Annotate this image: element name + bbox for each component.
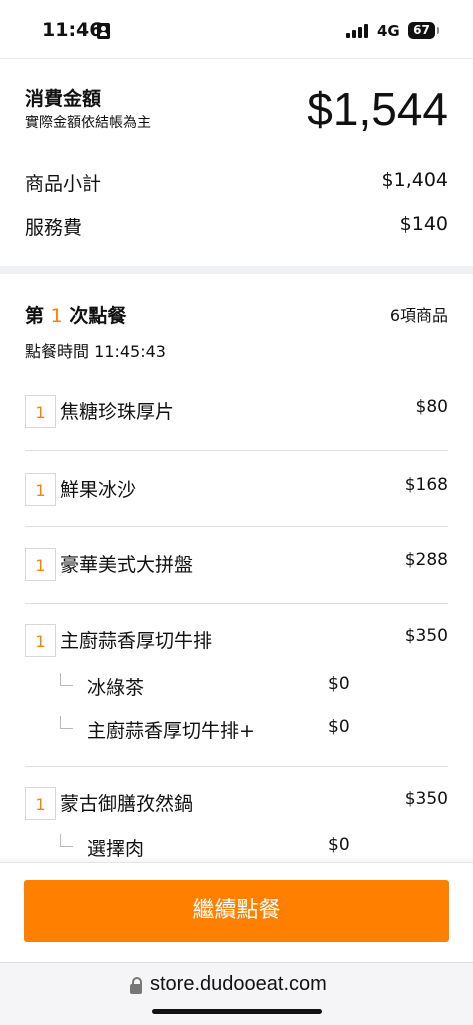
order-title-prefix: 第 xyxy=(25,305,45,327)
url-text[interactable]: store.dudooeat.com xyxy=(150,973,327,996)
status-time: 11:46 xyxy=(42,19,103,41)
order-title-suffix: 次點餐 xyxy=(69,305,127,327)
item-divider xyxy=(25,450,448,451)
continue-ordering-button[interactable]: 繼續點餐 xyxy=(24,880,449,942)
option-price: $0 xyxy=(328,674,350,694)
item-price: $80 xyxy=(415,397,448,417)
sub-item-arrow-icon xyxy=(60,716,73,729)
section-divider xyxy=(0,266,473,274)
item-divider xyxy=(25,526,448,527)
status-bar: 11:46 4G 67 xyxy=(0,0,473,58)
order-time: 點餐時間 11:45:43 xyxy=(25,342,166,361)
order-round-number: 1 xyxy=(50,305,63,327)
item-name: 主廚蒜香厚切牛排 xyxy=(60,630,213,652)
battery-icon: 67 xyxy=(408,22,439,39)
order-round-title: 第 1 次點餐 xyxy=(25,301,126,328)
item-divider xyxy=(25,766,448,767)
sub-item-arrow-icon xyxy=(60,834,73,847)
item-quantity: 1 xyxy=(25,548,56,581)
total-amount: $1,544 xyxy=(307,83,448,135)
item-name: 豪華美式大拼盤 xyxy=(60,554,194,576)
option-price: $0 xyxy=(328,835,350,855)
item-option: 主廚蒜香厚切牛排+ $0 xyxy=(60,716,360,744)
item-quantity: 1 xyxy=(25,787,56,820)
item-option: 冰綠茶 $0 xyxy=(60,673,360,701)
service-fee-value: $140 xyxy=(399,213,448,235)
service-fee-row: 服務費 $140 xyxy=(25,213,448,241)
lock-icon xyxy=(130,977,142,994)
service-fee-label: 服務費 xyxy=(25,217,83,239)
header-divider xyxy=(0,58,473,59)
item-quantity: 1 xyxy=(25,473,56,506)
item-quantity: 1 xyxy=(25,395,56,428)
home-indicator[interactable] xyxy=(152,1009,322,1014)
subtotal-value: $1,404 xyxy=(381,169,448,191)
item-price: $350 xyxy=(404,789,448,809)
signal-strength-icon xyxy=(346,24,370,38)
subtotal-row: 商品小計 $1,404 xyxy=(25,169,448,197)
total-label: 消費金額 xyxy=(25,88,102,110)
item-name: 焦糖珍珠厚片 xyxy=(60,401,175,423)
total-note: 實際金額依結帳為主 xyxy=(25,115,151,131)
item-price: $288 xyxy=(404,550,448,570)
sub-item-arrow-icon xyxy=(60,673,73,686)
contact-card-icon xyxy=(97,23,110,39)
item-name: 鮮果冰沙 xyxy=(60,479,137,501)
item-price: $168 xyxy=(404,475,448,495)
option-price: $0 xyxy=(328,717,350,737)
subtotal-label: 商品小計 xyxy=(25,173,102,195)
option-name: 主廚蒜香厚切牛排+ xyxy=(87,720,255,742)
network-type: 4G xyxy=(377,22,400,40)
item-price: $350 xyxy=(404,626,448,646)
order-item-count: 6項商品 xyxy=(389,306,448,325)
item-quantity: 1 xyxy=(25,624,56,657)
item-divider xyxy=(25,603,448,604)
option-name: 冰綠茶 xyxy=(87,677,145,699)
item-name: 蒙古御膳孜然鍋 xyxy=(60,793,194,815)
